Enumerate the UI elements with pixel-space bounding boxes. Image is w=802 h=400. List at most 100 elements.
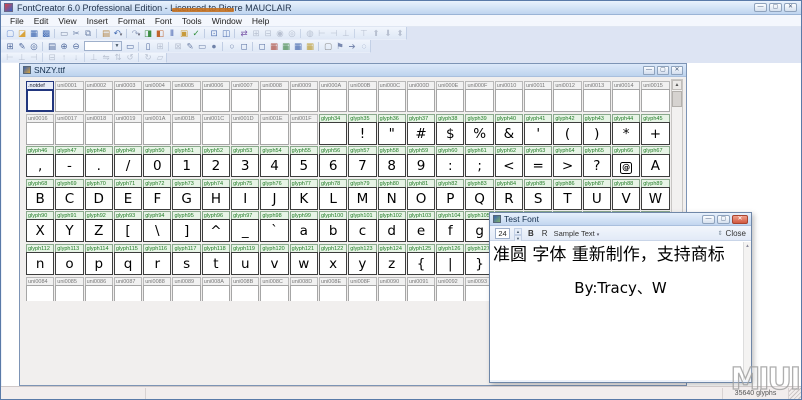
glyph-cell-glyph65[interactable]: glyph65? bbox=[583, 146, 611, 177]
glyph-cell-glyph100[interactable]: glyph100b bbox=[319, 211, 347, 242]
glyph-cell-uni001B[interactable]: uni001B bbox=[172, 114, 200, 145]
glyph-cell-glyph58[interactable]: glyph588 bbox=[378, 146, 406, 177]
glyph-cell-glyph44[interactable]: glyph44* bbox=[612, 114, 640, 145]
glyph-cell-glyph73[interactable]: glyph73G bbox=[172, 179, 200, 210]
glyph-cell-uni008A[interactable]: uni008A bbox=[202, 277, 230, 301]
glyph-cell-glyph92[interactable]: glyph92Z bbox=[85, 211, 113, 242]
close-button[interactable]: ✕ bbox=[784, 3, 797, 12]
glyph-properties-icon[interactable]: Ⅱ bbox=[166, 28, 178, 39]
category-panel-icon[interactable]: ▤ bbox=[46, 41, 58, 52]
glyph-cell-glyph125[interactable]: glyph125{ bbox=[407, 244, 435, 275]
glyph-cell-glyph50[interactable]: glyph500 bbox=[143, 146, 171, 177]
draw-contour-icon[interactable]: ✎ bbox=[184, 41, 196, 52]
font-properties-icon[interactable]: ▣ bbox=[178, 28, 190, 39]
glyph-cell-uni0019[interactable]: uni0019 bbox=[114, 114, 142, 145]
glyph-cell-uni0090[interactable]: uni0090 bbox=[378, 277, 406, 301]
glyph-cell-uni0085[interactable]: uni0085 bbox=[55, 277, 83, 301]
glyph-cell-glyph119[interactable]: glyph119u bbox=[231, 244, 259, 275]
glyph-cell-uni0010[interactable]: uni0010 bbox=[495, 81, 523, 112]
glyph-cell-glyph36[interactable]: glyph36" bbox=[378, 114, 406, 145]
overview-titlebar[interactable]: SNZY.ttf — ▢ ✕ bbox=[20, 64, 686, 77]
scroll-up-icon[interactable]: ▲ bbox=[672, 80, 682, 90]
glyph-cell-glyph123[interactable]: glyph123y bbox=[348, 244, 376, 275]
glyph-cell-glyph37[interactable]: glyph37# bbox=[407, 114, 435, 145]
glyph-cell-uni000F[interactable]: uni000F bbox=[465, 81, 493, 112]
glyph-cell-glyph113[interactable]: glyph113o bbox=[55, 244, 83, 275]
test-font-titlebar[interactable]: Test Font — ▢ ✕ bbox=[490, 213, 751, 226]
delete-glyph-icon[interactable]: ◧ bbox=[154, 28, 166, 39]
glyph-cell-uni0006[interactable]: uni0006 bbox=[202, 81, 230, 112]
bold-toggle[interactable]: B bbox=[526, 229, 536, 238]
tag-blue-icon[interactable]: ▦ bbox=[292, 41, 304, 52]
glyph-cell-glyph46[interactable]: glyph46, bbox=[26, 146, 54, 177]
glyph-cell-glyph82[interactable]: glyph82P bbox=[436, 179, 464, 210]
glyph-cell-uni0002[interactable]: uni0002 bbox=[85, 81, 113, 112]
glyph-cell-glyph124[interactable]: glyph124z bbox=[378, 244, 406, 275]
glyph-cell-glyph57[interactable]: glyph577 bbox=[348, 146, 376, 177]
glyph-cell-glyph98[interactable]: glyph98` bbox=[260, 211, 288, 242]
new-document-icon[interactable]: ▢ bbox=[4, 28, 16, 39]
glyph-cell-glyph101[interactable]: glyph101c bbox=[348, 211, 376, 242]
glyph-cell-glyph59[interactable]: glyph599 bbox=[407, 146, 435, 177]
glyph-cell-glyph66[interactable]: glyph66@ bbox=[612, 146, 640, 177]
draw-rectangle-icon[interactable]: ▭ bbox=[196, 41, 208, 52]
glyph-cell-glyph63[interactable]: glyph63= bbox=[524, 146, 552, 177]
glyph-cell-glyph117[interactable]: glyph117s bbox=[172, 244, 200, 275]
glyph-cell-uni008B[interactable]: uni008B bbox=[231, 277, 259, 301]
glyph-cell-glyph83[interactable]: glyph83Q bbox=[465, 179, 493, 210]
glyph-cell-uni0087[interactable]: uni0087 bbox=[114, 277, 142, 301]
resize-grip[interactable] bbox=[789, 388, 801, 399]
glyph-cell-uni0088[interactable]: uni0088 bbox=[143, 277, 171, 301]
glyph-cell-glyph56[interactable]: glyph566 bbox=[319, 146, 347, 177]
glyph-cell-glyph74[interactable]: glyph74H bbox=[202, 179, 230, 210]
glyph-cell-glyph47[interactable]: glyph47- bbox=[55, 146, 83, 177]
copy-icon[interactable]: ⧉ bbox=[82, 28, 94, 39]
sample-text-dropdown[interactable]: Sample Text ▾ bbox=[554, 229, 600, 238]
sample-panel-icon[interactable]: ◻ bbox=[238, 41, 250, 52]
glyph-cell-uni0092[interactable]: uni0092 bbox=[436, 277, 464, 301]
save-font-icon[interactable]: ▦ bbox=[28, 28, 40, 39]
zoom-out-icon[interactable]: ⊖ bbox=[70, 41, 82, 52]
glyph-cell-glyph77[interactable]: glyph77K bbox=[290, 179, 318, 210]
glyph-cell-glyph81[interactable]: glyph81O bbox=[407, 179, 435, 210]
glyph-cell-uni0015[interactable]: uni0015 bbox=[641, 81, 669, 112]
zoom-glyph-icon[interactable]: ▯ bbox=[142, 41, 154, 52]
glyph-cell-glyph121[interactable]: glyph121w bbox=[290, 244, 318, 275]
glyph-cell-.notdef[interactable]: .notdef bbox=[26, 81, 54, 112]
glyph-cell-glyph96[interactable]: glyph96^ bbox=[202, 211, 230, 242]
bookmark-icon[interactable]: ⚑ bbox=[334, 41, 346, 52]
glyph-cell-glyph97[interactable]: glyph97_ bbox=[231, 211, 259, 242]
glyph-cell-uni000D[interactable]: uni000D bbox=[407, 81, 435, 112]
glyph-cell-glyph64[interactable]: glyph64> bbox=[553, 146, 581, 177]
glyph-cell-glyph67[interactable]: glyph67A bbox=[641, 146, 669, 177]
font-size-input[interactable]: 24 bbox=[495, 228, 510, 239]
glyph-cell-glyph112[interactable]: glyph112n bbox=[26, 244, 54, 275]
glyph-cell-glyph87[interactable]: glyph87U bbox=[583, 179, 611, 210]
save-all-icon[interactable]: ▩ bbox=[40, 28, 52, 39]
add-glyph-icon[interactable]: ◨ bbox=[142, 28, 154, 39]
glyph-cell-glyph45[interactable]: glyph45+ bbox=[641, 114, 669, 145]
menu-item-font[interactable]: Font bbox=[150, 16, 177, 26]
glyph-cell-glyph126[interactable]: glyph126| bbox=[436, 244, 464, 275]
titlebar[interactable]: FontCreator 6.0 Professional Edition - L… bbox=[1, 1, 801, 15]
zoom-in-icon[interactable]: ⊕ bbox=[58, 41, 70, 52]
test-font-minimize-button[interactable]: — bbox=[702, 215, 715, 224]
glyph-cell-glyph51[interactable]: glyph511 bbox=[172, 146, 200, 177]
glyph-cell-uni0091[interactable]: uni0091 bbox=[407, 277, 435, 301]
cut-icon[interactable]: ✂ bbox=[70, 28, 82, 39]
overview-mode-icon[interactable]: ⊞ bbox=[4, 41, 16, 52]
glyph-cell-glyph49[interactable]: glyph49/ bbox=[114, 146, 142, 177]
tag-clear-icon[interactable]: ▢ bbox=[322, 41, 334, 52]
glyph-cell-glyph91[interactable]: glyph91Y bbox=[55, 211, 83, 242]
glyph-cell-uni000B[interactable]: uni000B bbox=[348, 81, 376, 112]
glyph-cell-glyph34[interactable]: glyph34 bbox=[319, 114, 347, 145]
glyph-cell-uni008C[interactable]: uni008C bbox=[260, 277, 288, 301]
overview-close-button[interactable]: ✕ bbox=[671, 66, 683, 75]
menu-item-tools[interactable]: Tools bbox=[177, 16, 207, 26]
overview-restore-button[interactable]: ▢ bbox=[657, 66, 669, 75]
glyph-cell-uni0007[interactable]: uni0007 bbox=[231, 81, 259, 112]
glyph-cell-glyph84[interactable]: glyph84R bbox=[495, 179, 523, 210]
glyph-cell-glyph42[interactable]: glyph42( bbox=[553, 114, 581, 145]
glyph-cell-uni0004[interactable]: uni0004 bbox=[143, 81, 171, 112]
glyph-cell-uni000E[interactable]: uni000E bbox=[436, 81, 464, 112]
